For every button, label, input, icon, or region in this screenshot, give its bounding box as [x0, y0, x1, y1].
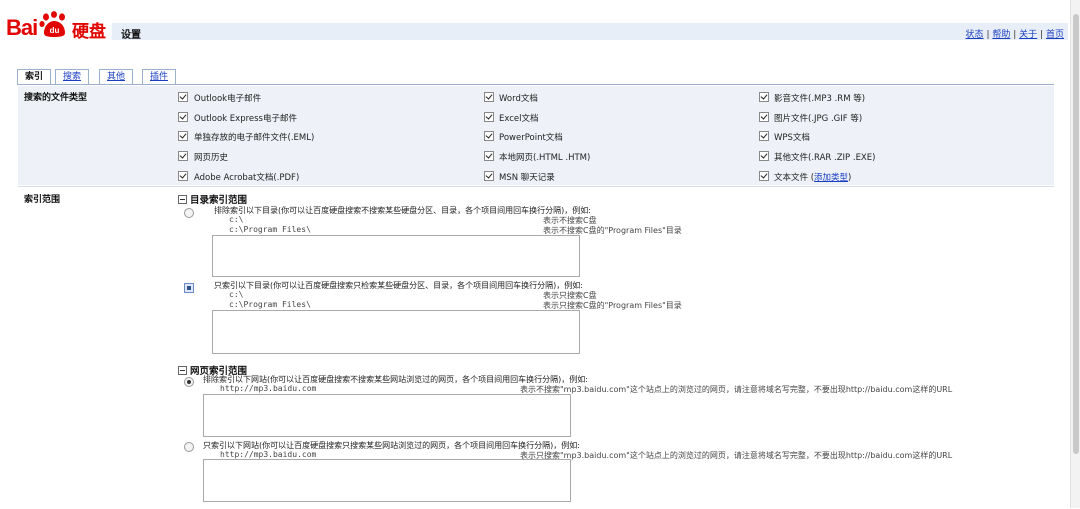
checkbox-wps[interactable] [759, 131, 769, 141]
example-path: c:\ [229, 215, 244, 224]
checkbox-msn[interactable] [484, 171, 494, 181]
tab-index-label: 索引 [24, 72, 43, 82]
dir-scope-group[interactable]: 目录索引范围 [178, 192, 247, 206]
tab-search-label[interactable]: 搜索 [63, 72, 81, 82]
checkbox-label: 文本文件 (添加类型) [774, 171, 851, 183]
only-dirs-desc: 只索引以下目录(你可以让百度硬盘搜索只检索某些硬盘分区、目录，各个项目间用回车换… [214, 281, 583, 290]
checkbox-label: WPS文档 [774, 133, 810, 143]
checkbox-label: MSN 聊天记录 [499, 173, 555, 183]
tab-plugins[interactable]: 插件 [142, 69, 176, 84]
checkbox-excel[interactable] [484, 112, 494, 122]
checkbox-label: 其他文件(.RAR .ZIP .EXE) [774, 153, 876, 163]
example-path: c:\ [229, 290, 244, 299]
page-title: 设置 [121, 30, 141, 41]
checkbox-images[interactable] [759, 112, 769, 122]
logo-text-bai: Bai [6, 15, 38, 40]
checkbox-label: 影音文件(.MP3 .RM 等) [774, 94, 866, 104]
collapse-icon[interactable] [178, 195, 187, 204]
checkbox-eml[interactable] [178, 131, 188, 141]
scrollbar-thumb[interactable] [1073, 14, 1079, 454]
checkbox-label: PowerPoint文档 [499, 133, 563, 143]
vertical-scrollbar[interactable] [1070, 0, 1080, 508]
checkbox-label: Word文档 [499, 94, 538, 104]
link-separator: | [986, 30, 990, 40]
tab-search[interactable]: 搜索 [55, 69, 89, 84]
link-separator: | [1013, 30, 1017, 40]
exclude-dirs-textarea[interactable] [212, 235, 580, 277]
checkbox-web-history[interactable] [178, 151, 188, 161]
radio-only-dirs[interactable] [184, 283, 194, 293]
exclude-sites-textarea[interactable] [203, 394, 571, 437]
tab-plugins-label[interactable]: 插件 [150, 72, 168, 82]
example-url: http://mp3.baidu.com [220, 450, 317, 459]
tab-other-label[interactable]: 其他 [107, 72, 125, 82]
paw-icon: du [39, 11, 65, 37]
checkbox-word[interactable] [484, 92, 494, 102]
tab-index[interactable]: 索引 [17, 69, 51, 85]
help-link[interactable]: 帮助 [992, 30, 1010, 40]
example-url: http://mp3.baidu.com [220, 384, 317, 393]
link-separator: | [1040, 30, 1044, 40]
logo-text-pan: 硬盘 [72, 22, 106, 42]
section-divider [18, 186, 1054, 187]
example-note: 表示只搜索"mp3.baidu.com"这个站点上的浏览过的网页，请注意将域名写… [520, 451, 953, 460]
checkbox-label: Excel文档 [499, 114, 539, 124]
checkbox-pdf[interactable] [178, 171, 188, 181]
index-scope-label: 索引范围 [24, 195, 61, 205]
checkbox-label: 单独存放的电子邮件文件(.EML) [194, 133, 315, 143]
checkbox-label: 图片文件(.JPG .GIF 等) [774, 114, 863, 124]
text-files-label: 文本文件 ( [774, 173, 815, 183]
example-path: c:\Program Files\ [229, 300, 311, 309]
logo-text-du: du [50, 26, 60, 35]
home-link[interactable]: 首页 [1046, 30, 1064, 40]
checkbox-label: Outlook电子邮件 [194, 94, 262, 104]
checkbox-local-html[interactable] [484, 151, 494, 161]
checkbox-other-files[interactable] [759, 151, 769, 161]
checkbox-media[interactable] [759, 92, 769, 102]
radio-exclude-sites[interactable] [184, 377, 194, 387]
paren: ) [848, 173, 852, 183]
tab-other[interactable]: 其他 [99, 69, 133, 84]
checkbox-powerpoint[interactable] [484, 131, 494, 141]
checkbox-label: Adobe Acrobat文档(.PDF) [194, 173, 300, 183]
header-bar: 设置 状态 | 帮助 | 关于 | 首页 [112, 23, 1068, 41]
checkbox-label: 网页历史 [194, 153, 229, 163]
checkbox-outlook[interactable] [178, 92, 188, 102]
only-sites-textarea[interactable] [203, 459, 571, 502]
status-link[interactable]: 状态 [966, 30, 984, 40]
checkbox-label: 本地网页(.HTML .HTM) [499, 153, 591, 163]
example-path: c:\Program Files\ [229, 225, 311, 234]
add-type-link[interactable]: 添加类型 [814, 173, 848, 183]
checkbox-outlook-express[interactable] [178, 112, 188, 122]
about-link[interactable]: 关于 [1019, 30, 1037, 40]
file-types-label: 搜索的文件类型 [24, 93, 88, 103]
checkbox-text-files[interactable] [759, 171, 769, 181]
example-note: 表示不搜索"mp3.baidu.com"这个站点上的浏览过的网页，请注意将域名写… [520, 385, 953, 394]
radio-exclude-dirs[interactable] [184, 208, 194, 218]
only-dirs-textarea[interactable] [212, 310, 580, 354]
checkbox-label: Outlook Express电子邮件 [194, 114, 297, 124]
header-links: 状态 | 帮助 | 关于 | 首页 [966, 27, 1064, 40]
collapse-icon[interactable] [178, 366, 187, 375]
exclude-dirs-desc: 排除索引以下目录(你可以让百度硬盘搜索不搜索某些硬盘分区、目录，各个项目间用回车… [214, 206, 591, 215]
radio-only-sites[interactable] [184, 442, 194, 452]
